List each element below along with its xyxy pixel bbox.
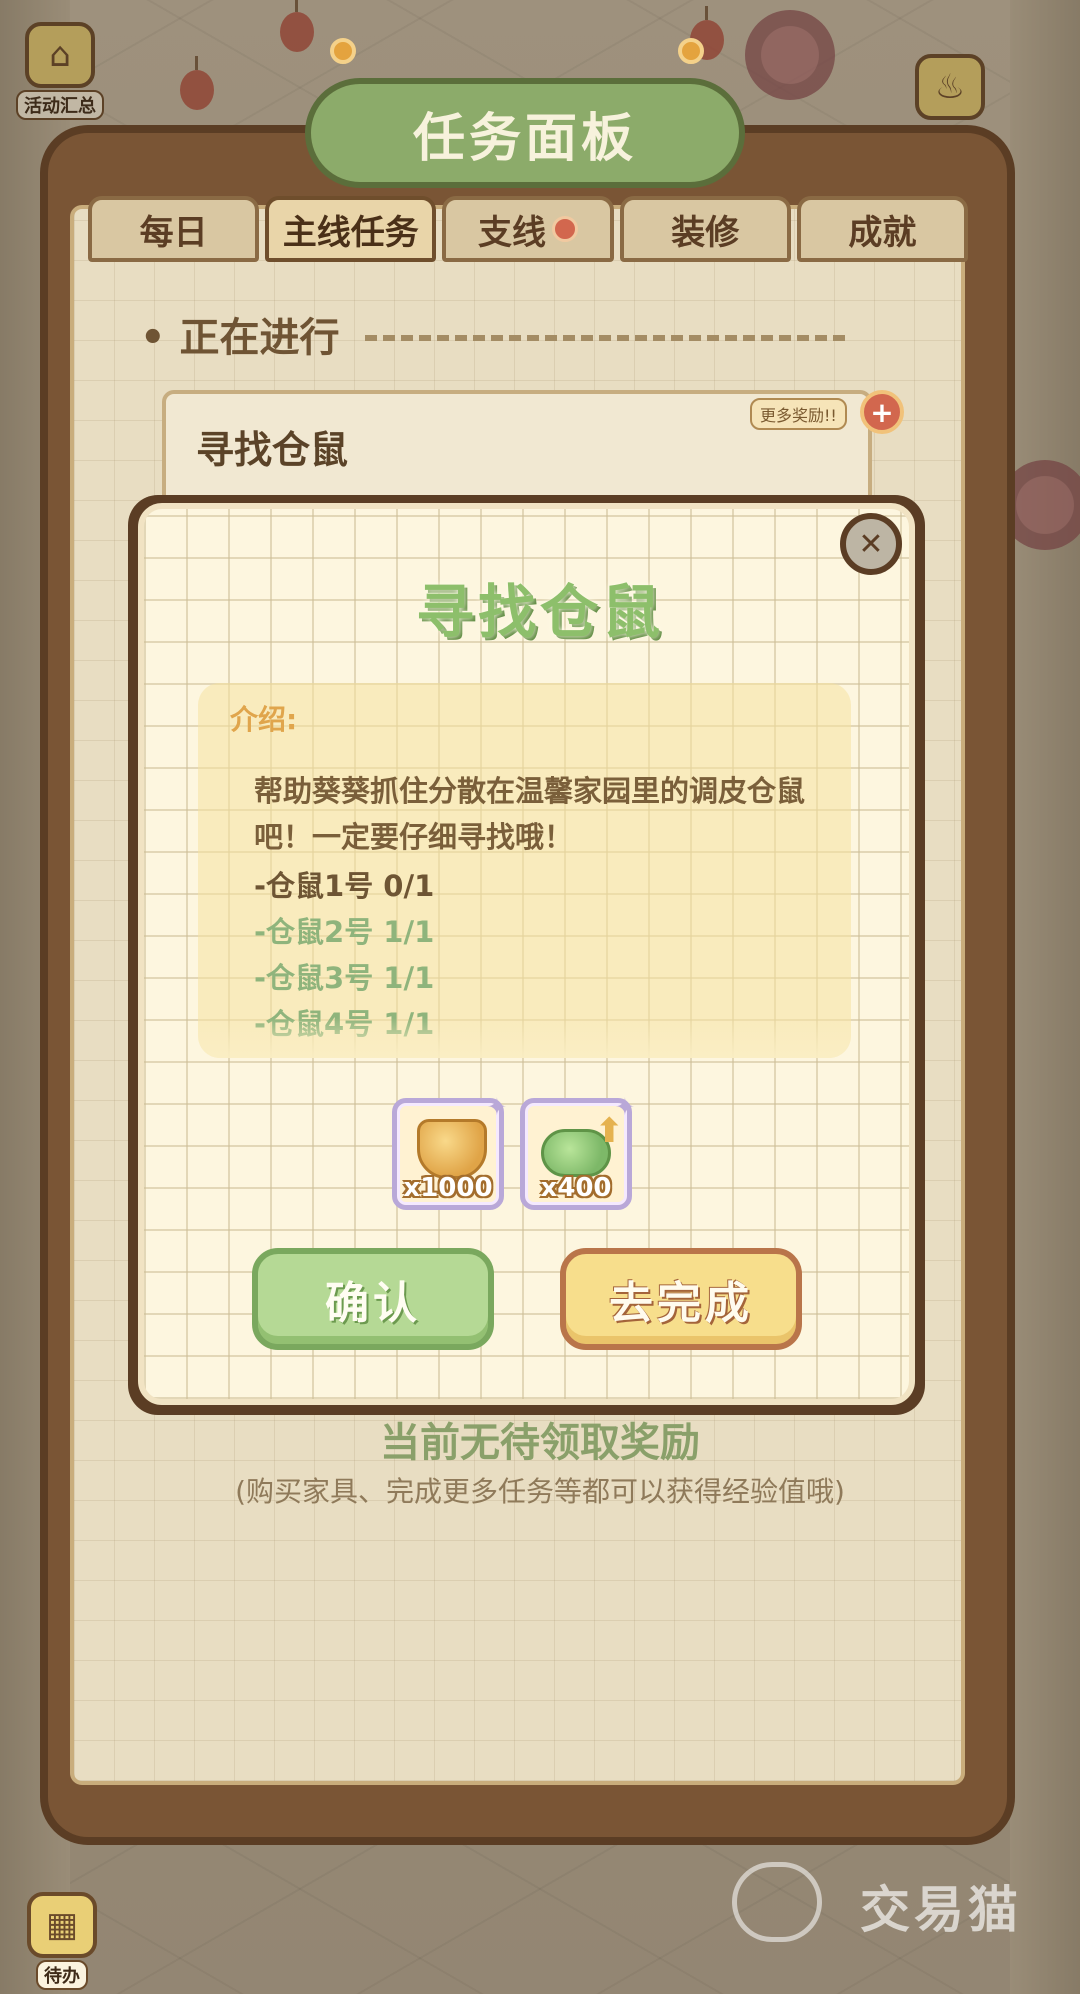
sparkle-icon: ✦ [486, 1093, 507, 1121]
calendar-icon: ▦ [27, 1892, 97, 1958]
banner-dot-icon [330, 38, 356, 64]
tab-main-quest[interactable]: 主线任务 [265, 196, 437, 262]
tab-achievements[interactable]: 成就 [796, 196, 969, 262]
watermark-text: 交易猫 [860, 1881, 1022, 1939]
modal-title: 寻找仓鼠 [415, 578, 664, 646]
intro-box[interactable]: 介绍: 帮助葵葵抓住分散在温馨家园里的调皮仓鼠吧！一定要仔细寻找哦！ -仓鼠1号… [198, 683, 851, 1058]
confirm-button[interactable]: 确认 [252, 1248, 494, 1350]
tab-label: 每日 [139, 212, 208, 253]
plus-icon[interactable]: + [860, 390, 904, 434]
todo-label: 待办 [36, 1960, 88, 1990]
task-tabs: 每日 主线任务 支线 装修 成就 [88, 196, 969, 264]
objective-item: -仓鼠2号 1/1 [254, 915, 435, 949]
go-complete-button[interactable]: 去完成 [560, 1248, 802, 1350]
tab-label: 成就 [848, 212, 917, 253]
banner-dot-icon [678, 38, 704, 64]
tab-decoration[interactable]: 装修 [619, 196, 791, 262]
watermark-logo-icon [732, 1862, 822, 1942]
reward-quantity: x400 [540, 1173, 612, 1203]
tab-daily[interactable]: 每日 [88, 196, 260, 262]
todo-button[interactable]: ▦ 待办 [14, 1880, 110, 1990]
reward-item-coins[interactable]: ✦ x1000 [392, 1093, 507, 1210]
task-panel-title: 任务面板 [412, 108, 637, 169]
tab-side-quest[interactable]: 支线 [442, 196, 614, 262]
empty-rewards-message: 当前无待领取奖励 [380, 1420, 700, 1466]
scroll-fade [198, 1018, 851, 1058]
section-title-in-progress: • 正在进行 [140, 315, 340, 361]
objective-item: -仓鼠1号 0/1 [254, 869, 435, 903]
more-rewards-tag: 更多奖励!! [750, 398, 847, 430]
task-card-title: 寻找仓鼠 [196, 428, 349, 472]
intro-description: 帮助葵葵抓住分散在温馨家园里的调皮仓鼠吧！一定要仔细寻找哦！ [254, 774, 806, 854]
flower-badge-icon [552, 216, 578, 242]
reward-item-exp[interactable]: ⬆ ✦ x400 [520, 1093, 635, 1210]
tab-label: 主线任务 [282, 212, 419, 253]
tab-label: 装修 [671, 212, 740, 253]
objective-item: -仓鼠3号 1/1 [254, 961, 435, 995]
task-panel-title-banner: 任务面板 [305, 78, 745, 188]
tab-label: 支线 [478, 212, 546, 253]
reward-quantity: x1000 [403, 1173, 493, 1203]
empty-rewards-hint: (购买家具、完成更多任务等都可以获得经验值哦) [235, 1475, 845, 1508]
sparkle-icon: ✦ [614, 1093, 635, 1121]
coin-pile-icon [417, 1119, 487, 1179]
intro-label: 介绍: [230, 703, 298, 736]
section-divider [365, 335, 845, 345]
